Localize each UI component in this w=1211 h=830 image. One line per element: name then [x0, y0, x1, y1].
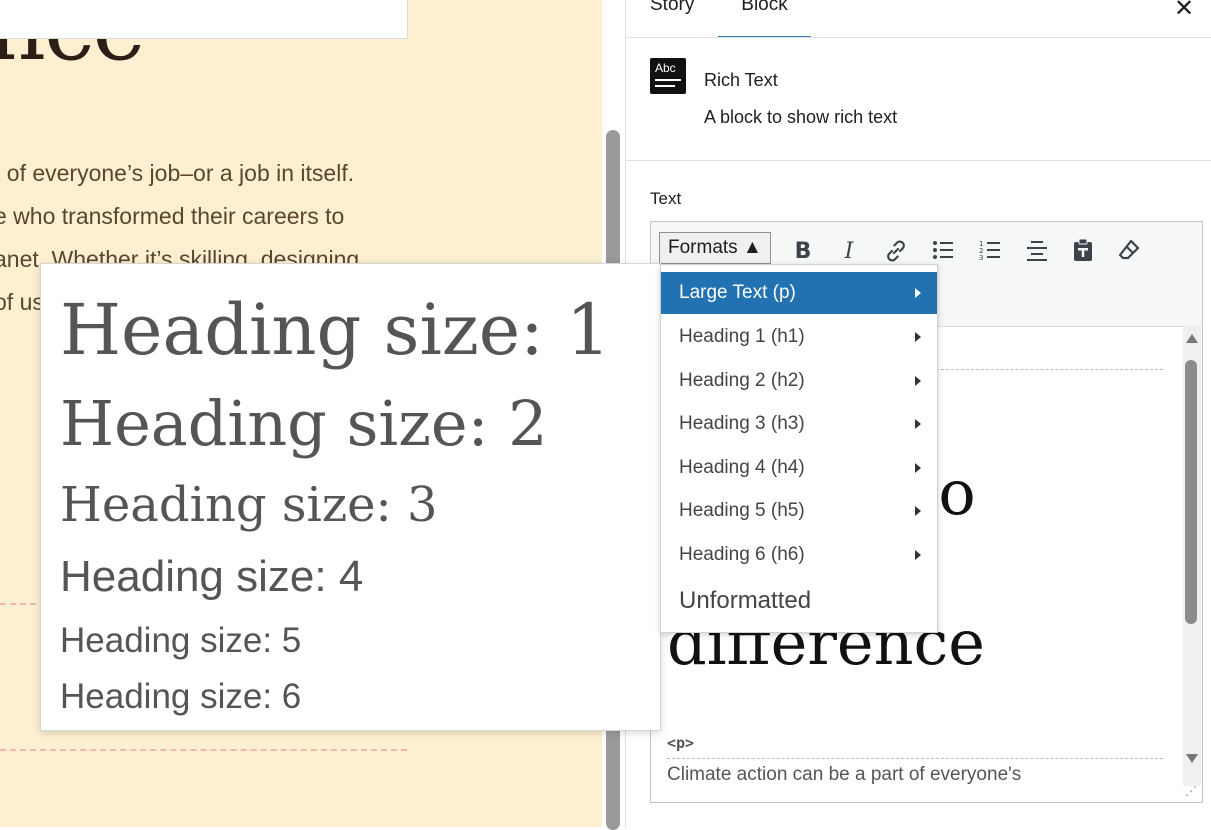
canvas-body-line[interactable]: of us — [0, 289, 44, 316]
menu-item-label: Heading 4 (h4) — [679, 457, 805, 478]
block-description: A block to show rich text — [704, 107, 898, 127]
canvas-top-box — [0, 0, 408, 39]
scroll-up-icon[interactable] — [1186, 334, 1198, 343]
bullet-list-icon[interactable] — [929, 238, 957, 266]
submenu-arrow-icon — [915, 550, 921, 560]
content-divider — [667, 758, 1163, 759]
menu-item-heading-6[interactable]: Heading 6 (h6) — [661, 534, 937, 576]
editor-paragraph-text[interactable]: Climate action can be a part of everyone… — [667, 764, 1021, 786]
submenu-arrow-icon — [915, 506, 921, 516]
menu-item-label: Large Text (p) — [679, 282, 796, 303]
submenu-arrow-icon — [915, 463, 921, 473]
menu-item-unformatted[interactable]: Unformatted — [661, 579, 937, 623]
heading-preview-5[interactable]: Heading size: 5 — [60, 618, 301, 664]
heading-preview-3[interactable]: Heading size: 3 — [60, 474, 438, 536]
heading-preview-4[interactable]: Heading size: 4 — [60, 549, 363, 605]
align-center-icon[interactable] — [1023, 238, 1051, 266]
resize-grip-icon[interactable]: ⋰ — [1185, 784, 1197, 798]
submenu-arrow-icon — [915, 419, 921, 429]
paste-icon[interactable] — [1069, 238, 1097, 266]
menu-item-label: Heading 5 (h5) — [679, 500, 805, 521]
formats-menu: Large Text (p) Heading 1 (h1) Heading 2 … — [660, 264, 938, 633]
menu-item-label: Heading 3 (h3) — [679, 413, 805, 434]
text-field-label: Text — [650, 189, 682, 208]
block-card-divider — [626, 160, 1211, 161]
formats-dropdown-button[interactable]: Formats ▲ — [659, 232, 771, 264]
heading-preview-1[interactable]: Heading size: 1 — [60, 286, 611, 374]
bold-icon[interactable]: B — [789, 238, 817, 266]
menu-item-label: Heading 6 (h6) — [679, 544, 805, 565]
block-boundary-divider — [0, 749, 407, 751]
close-icon[interactable]: ✕ — [1174, 0, 1194, 23]
canvas-body-line[interactable]: t of everyone’s job–or a job in itself. — [0, 160, 354, 187]
menu-item-label: Heading 1 (h1) — [679, 326, 805, 347]
link-icon[interactable] — [882, 238, 910, 266]
tab-block[interactable]: Block — [718, 0, 811, 38]
svg-text:3: 3 — [979, 254, 983, 262]
menu-item-label: Unformatted — [679, 587, 812, 614]
tab-story[interactable]: Story — [650, 0, 694, 38]
block-title: Rich Text — [704, 70, 778, 90]
canvas-body-line[interactable]: e who transformed their careers to — [0, 203, 344, 230]
editor-scrollbar[interactable] — [1183, 326, 1201, 786]
editor-html-tag: <p> — [667, 734, 695, 752]
submenu-arrow-icon — [915, 288, 921, 298]
block-icon-label: Abc — [655, 61, 676, 75]
submenu-arrow-icon — [915, 376, 921, 386]
heading-preview-6[interactable]: Heading size: 6 — [60, 674, 301, 720]
menu-item-heading-2[interactable]: Heading 2 (h2) — [661, 360, 937, 402]
tabs-divider — [626, 37, 1211, 38]
submenu-arrow-icon — [915, 332, 921, 342]
menu-item-large-text[interactable]: Large Text (p) — [661, 272, 937, 314]
editor-scroll-thumb[interactable] — [1185, 360, 1197, 624]
scroll-down-icon[interactable] — [1186, 754, 1198, 763]
block-icon-line — [655, 79, 681, 81]
block-icon-line — [655, 85, 675, 87]
heading-preview-popup: Heading size: 1 Heading size: 2 Heading … — [40, 263, 661, 731]
rich-text-block-icon: Abc — [650, 58, 686, 94]
menu-item-heading-4[interactable]: Heading 4 (h4) — [661, 447, 937, 489]
numbered-list-icon[interactable]: 123 — [976, 238, 1004, 266]
italic-icon[interactable]: I — [835, 238, 863, 266]
menu-item-heading-3[interactable]: Heading 3 (h3) — [661, 403, 937, 445]
menu-item-label: Heading 2 (h2) — [679, 370, 805, 391]
heading-preview-2[interactable]: Heading size: 2 — [60, 386, 548, 462]
eraser-icon[interactable] — [1115, 238, 1143, 266]
menu-item-heading-5[interactable]: Heading 5 (h5) — [661, 490, 937, 532]
menu-item-heading-1[interactable]: Heading 1 (h1) — [661, 316, 937, 358]
